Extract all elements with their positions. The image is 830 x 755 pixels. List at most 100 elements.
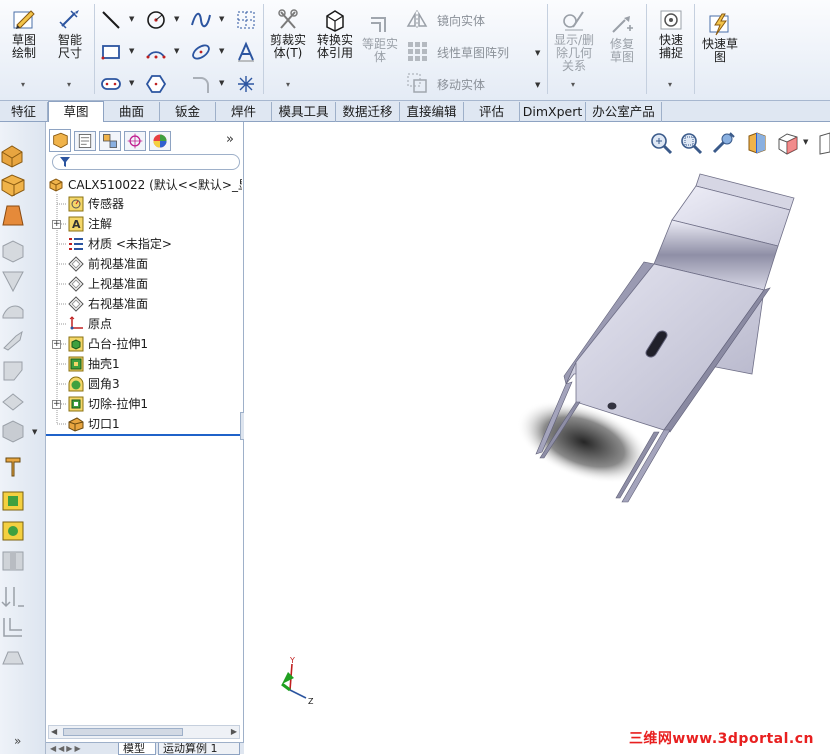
tab-dimxpert[interactable]: DimXpert <box>520 102 586 122</box>
circle-dropdown-icon[interactable]: ▼ <box>174 15 179 23</box>
sketch-fillet-icon[interactable] <box>190 73 212 95</box>
instant3d-icon[interactable] <box>0 644 26 670</box>
slot-dropdown-icon[interactable]: ▼ <box>129 79 134 87</box>
move-entities-icon[interactable] <box>406 72 428 94</box>
repair-sketch-button[interactable]: 修复草图 <box>600 14 644 64</box>
linear-pattern-dropdown-icon[interactable]: ▼ <box>535 49 540 57</box>
convert-entities-button[interactable]: 转换实体引用 <box>312 8 358 60</box>
tab-scroll-arrows[interactable]: ◀◀▶▶ <box>50 743 83 755</box>
shell-tool-icon[interactable] <box>0 418 26 444</box>
revolved-boss-icon[interactable] <box>0 172 26 198</box>
expand-toggle-icon[interactable]: + <box>52 400 61 409</box>
scroll-left-arrow-icon[interactable]: ◀ <box>51 726 57 738</box>
slot-icon[interactable] <box>100 73 122 95</box>
tab-features[interactable]: 特征 <box>0 102 48 122</box>
tab-model[interactable]: 模型 <box>118 743 156 755</box>
spline-dropdown-icon[interactable]: ▼ <box>219 15 224 23</box>
curves-icon[interactable] <box>0 614 26 640</box>
tab-sketch[interactable]: 草图 <box>48 101 104 123</box>
swept-cut-icon[interactable] <box>0 298 26 324</box>
tree-root-part[interactable]: CALX510022 (默认<<默认>_显 <box>46 175 242 195</box>
revolved-cut-icon[interactable] <box>0 268 26 294</box>
sketch-button[interactable]: 草图绘制 <box>2 8 46 60</box>
dome-icon[interactable] <box>0 518 26 544</box>
line-icon[interactable] <box>100 9 122 31</box>
quick-snaps-button[interactable]: 快速捕捉 <box>650 8 692 60</box>
display-delete-grid-icon[interactable] <box>235 9 257 31</box>
reference-geometry-icon[interactable] <box>0 584 26 610</box>
repair-label: 修复草图 <box>609 37 634 64</box>
quick-snaps-dropdown-icon[interactable]: ▾ <box>668 80 672 89</box>
offset-entities-button[interactable]: 等距实体 <box>360 14 400 64</box>
trim-entities-button[interactable]: 剪裁实体(T) <box>266 8 310 60</box>
wrap-icon[interactable] <box>0 488 26 514</box>
graphics-area[interactable]: ▼ Y Z 三维网www.3dportal.cn <box>244 122 830 754</box>
move-entities-dropdown-icon[interactable]: ▼ <box>535 81 540 89</box>
smart-dimension-dropdown-icon[interactable]: ▾ <box>67 80 71 89</box>
toolbar-expand-icon[interactable]: » <box>14 734 21 748</box>
tab-office-products[interactable]: 办公室产品 <box>586 102 662 122</box>
flex-icon[interactable] <box>0 548 26 574</box>
linear-pattern-label[interactable]: 线性草图阵列 <box>437 44 509 61</box>
view-orientation-icon[interactable] <box>776 130 802 156</box>
smart-dimension-button[interactable]: 智能尺寸 <box>48 8 92 60</box>
circle-icon[interactable] <box>145 9 167 31</box>
display-style-icon[interactable] <box>814 130 830 156</box>
point-icon[interactable] <box>235 73 257 95</box>
line-dropdown-icon[interactable]: ▼ <box>129 15 134 23</box>
extruded-cut-icon[interactable] <box>0 238 26 264</box>
polygon-icon[interactable] <box>145 73 167 95</box>
tab-sheet-metal[interactable]: 钣金 <box>160 102 216 122</box>
tab-weldments[interactable]: 焊件 <box>216 102 272 122</box>
quick-snaps-icon <box>660 10 682 30</box>
mirror-icon[interactable] <box>406 8 428 30</box>
arc-icon[interactable] <box>145 41 167 63</box>
mirror-label[interactable]: 镜向实体 <box>437 12 485 29</box>
ellipse-dropdown-icon[interactable]: ▼ <box>219 47 224 55</box>
swept-boss-icon[interactable] <box>0 202 26 228</box>
offset-icon <box>371 17 386 32</box>
part-model[interactable] <box>504 162 804 512</box>
ribbon-separator <box>94 4 95 94</box>
tab-data-migration[interactable]: 数据迁移 <box>336 102 400 122</box>
tab-direct-editing[interactable]: 直接编辑 <box>400 102 464 122</box>
arc-dropdown-icon[interactable]: ▼ <box>174 47 179 55</box>
rollback-bar[interactable] <box>46 434 242 436</box>
tree-horizontal-scrollbar[interactable]: ◀ ▶ <box>48 725 240 739</box>
linear-pattern-icon[interactable] <box>406 40 428 62</box>
svg-text:Z: Z <box>308 697 314 706</box>
rectangle-icon[interactable] <box>100 41 122 63</box>
ellipse-icon[interactable] <box>190 41 212 63</box>
text-icon[interactable] <box>235 41 257 63</box>
rib-icon[interactable] <box>0 388 26 414</box>
rapid-sketch-button[interactable]: 快速草图 <box>698 12 742 64</box>
tab-mold-tools[interactable]: 模具工具 <box>272 102 336 122</box>
expand-toggle-icon[interactable]: + <box>52 220 61 229</box>
shell-tool-dropdown-icon[interactable]: ▼ <box>32 428 37 436</box>
move-entities-label[interactable]: 移动实体 <box>437 76 485 93</box>
tree-item-label: 凸台-拉伸1 <box>88 337 148 351</box>
extruded-boss-icon[interactable] <box>0 142 26 168</box>
section-view-icon[interactable] <box>744 130 770 156</box>
draft-icon[interactable] <box>0 452 26 478</box>
rectangle-dropdown-icon[interactable]: ▼ <box>129 47 134 55</box>
zoom-to-fit-icon[interactable] <box>648 130 674 156</box>
trim-dropdown-icon[interactable]: ▾ <box>286 80 290 89</box>
tab-evaluate[interactable]: 评估 <box>464 102 520 122</box>
sketch-dropdown-icon[interactable]: ▾ <box>21 80 25 89</box>
display-delete-relations-button[interactable]: 显示/删除几何关系 <box>550 8 598 73</box>
relations-dropdown-icon[interactable]: ▾ <box>571 80 575 89</box>
tab-motion-study-1[interactable]: 运动算例 1 <box>158 743 240 755</box>
view-orientation-dropdown-icon[interactable]: ▼ <box>803 138 808 146</box>
previous-view-icon[interactable] <box>710 130 736 156</box>
features-side-toolbar: ▼ » <box>0 122 46 754</box>
scroll-right-arrow-icon[interactable]: ▶ <box>231 726 237 738</box>
fillet-feature-icon[interactable] <box>0 328 26 354</box>
scroll-thumb[interactable] <box>63 728 183 736</box>
expand-toggle-icon[interactable]: + <box>52 340 61 349</box>
sketch-fillet-dropdown-icon[interactable]: ▼ <box>219 79 224 87</box>
chamfer-icon[interactable] <box>0 358 26 384</box>
tab-surfaces[interactable]: 曲面 <box>104 102 160 122</box>
zoom-to-area-icon[interactable] <box>678 130 704 156</box>
spline-icon[interactable] <box>190 9 212 31</box>
